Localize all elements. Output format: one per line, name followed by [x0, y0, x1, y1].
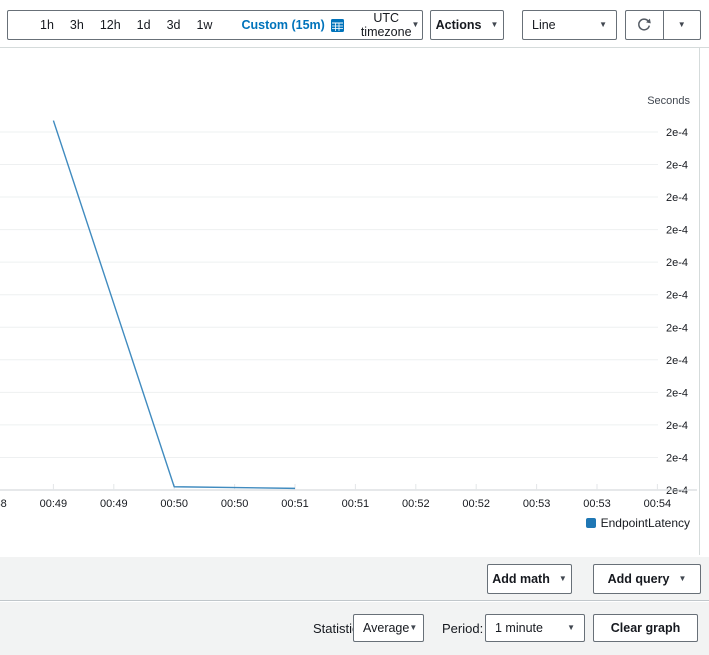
- timezone-dropdown[interactable]: UTC timezone ▼: [351, 11, 431, 39]
- custom-range-label: Custom (15m): [241, 18, 324, 32]
- actions-label: Actions: [436, 18, 482, 32]
- chevron-down-icon: ▼: [599, 21, 607, 29]
- chevron-down-icon: ▼: [678, 575, 686, 583]
- chart-canvas: 2e-4 2e-4 2e-4 2e-4 2e-4 2e-4 2e-4 2e-4 2e-4 2e-4…: [0, 48, 709, 557]
- svg-text:00:54: 00:54: [644, 498, 672, 510]
- query-actions-row: Add math ▼ Add query ▼: [0, 557, 709, 601]
- time-range-1d[interactable]: 1d: [129, 18, 159, 32]
- chart-type-value: Line: [532, 18, 556, 32]
- chevron-down-icon: ▼: [409, 624, 417, 632]
- add-query-dropdown[interactable]: Add query ▼: [593, 564, 701, 594]
- chevron-down-icon: ▼: [490, 21, 498, 29]
- chevron-down-icon: ▼: [678, 21, 686, 29]
- statistic-value: Average: [363, 621, 409, 635]
- svg-text:2e-4: 2e-4: [666, 355, 688, 367]
- timezone-label: UTC timezone: [361, 11, 412, 39]
- chart-type-select[interactable]: Line ▼: [522, 10, 617, 40]
- svg-text:2e-4: 2e-4: [666, 387, 688, 399]
- legend-label: EndpointLatency: [601, 516, 690, 530]
- time-range-group: 1h3h12h1d3d1w Custom (15m) UTC timezone …: [7, 10, 423, 40]
- graph-toolbar: 1h3h12h1d3d1w Custom (15m) UTC timezone …: [0, 0, 709, 48]
- refresh-button[interactable]: [626, 11, 663, 39]
- svg-text:00:53: 00:53: [523, 498, 551, 510]
- chevron-down-icon: ▼: [559, 575, 567, 583]
- svg-text:2e-4: 2e-4: [666, 127, 688, 139]
- chevron-down-icon: ▼: [567, 624, 575, 632]
- custom-range-button[interactable]: Custom (15m): [241, 18, 343, 32]
- refresh-button-group: ▼: [625, 10, 701, 40]
- statistic-select[interactable]: Average ▼: [353, 614, 424, 642]
- clear-graph-button[interactable]: Clear graph: [593, 614, 698, 642]
- add-query-label: Add query: [608, 572, 670, 586]
- add-math-label: Add math: [492, 572, 550, 586]
- refresh-options-dropdown[interactable]: ▼: [663, 11, 701, 39]
- period-value: 1 minute: [495, 621, 543, 635]
- time-range-3d[interactable]: 3d: [159, 18, 189, 32]
- svg-text:00:52: 00:52: [462, 498, 490, 510]
- svg-text:2e-4: 2e-4: [666, 322, 688, 334]
- svg-text:00:53: 00:53: [583, 498, 611, 510]
- time-range-1h[interactable]: 1h: [32, 18, 62, 32]
- svg-text:2e-4: 2e-4: [666, 257, 688, 269]
- time-range-1w[interactable]: 1w: [188, 18, 220, 32]
- chevron-down-icon: ▼: [412, 21, 420, 29]
- svg-text:2e-4: 2e-4: [666, 225, 688, 237]
- svg-text:00:49: 00:49: [40, 498, 68, 510]
- metric-line-chart: 2e-4 2e-4 2e-4 2e-4 2e-4 2e-4 2e-4 2e-4 2e-4 2e-4…: [0, 48, 709, 557]
- svg-text:2e-4: 2e-4: [666, 485, 688, 497]
- svg-text:Seconds: Seconds: [647, 95, 690, 107]
- time-range-12h[interactable]: 12h: [92, 18, 129, 32]
- legend-color-chip: [586, 518, 596, 528]
- legend-item-endpointlatency[interactable]: EndpointLatency: [586, 516, 690, 530]
- svg-text:2e-4: 2e-4: [666, 192, 688, 204]
- svg-text:00:48: 00:48: [0, 498, 7, 510]
- svg-text:00:51: 00:51: [342, 498, 370, 510]
- time-range-3h[interactable]: 3h: [62, 18, 92, 32]
- svg-text:00:50: 00:50: [221, 498, 249, 510]
- svg-text:2e-4: 2e-4: [666, 290, 688, 302]
- time-range-presets: 1h3h12h1d3d1w: [32, 18, 220, 32]
- chart-legend: EndpointLatency: [586, 516, 690, 530]
- svg-text:2e-4: 2e-4: [666, 452, 688, 464]
- clear-graph-label: Clear graph: [611, 621, 680, 635]
- add-math-dropdown[interactable]: Add math ▼: [487, 564, 572, 594]
- svg-text:00:52: 00:52: [402, 498, 430, 510]
- svg-text:00:51: 00:51: [281, 498, 309, 510]
- calendar-icon: [331, 19, 344, 32]
- period-select[interactable]: 1 minute ▼: [485, 614, 585, 642]
- svg-text:00:50: 00:50: [160, 498, 188, 510]
- svg-text:2e-4: 2e-4: [666, 160, 688, 172]
- svg-text:2e-4: 2e-4: [666, 420, 688, 432]
- svg-text:00:49: 00:49: [100, 498, 128, 510]
- statistic-period-row: Statistic: Average ▼ Period: 1 minute ▼ …: [0, 602, 709, 655]
- actions-dropdown[interactable]: Actions ▼: [430, 10, 504, 40]
- period-label: Period:: [442, 621, 483, 636]
- refresh-icon: [636, 17, 652, 33]
